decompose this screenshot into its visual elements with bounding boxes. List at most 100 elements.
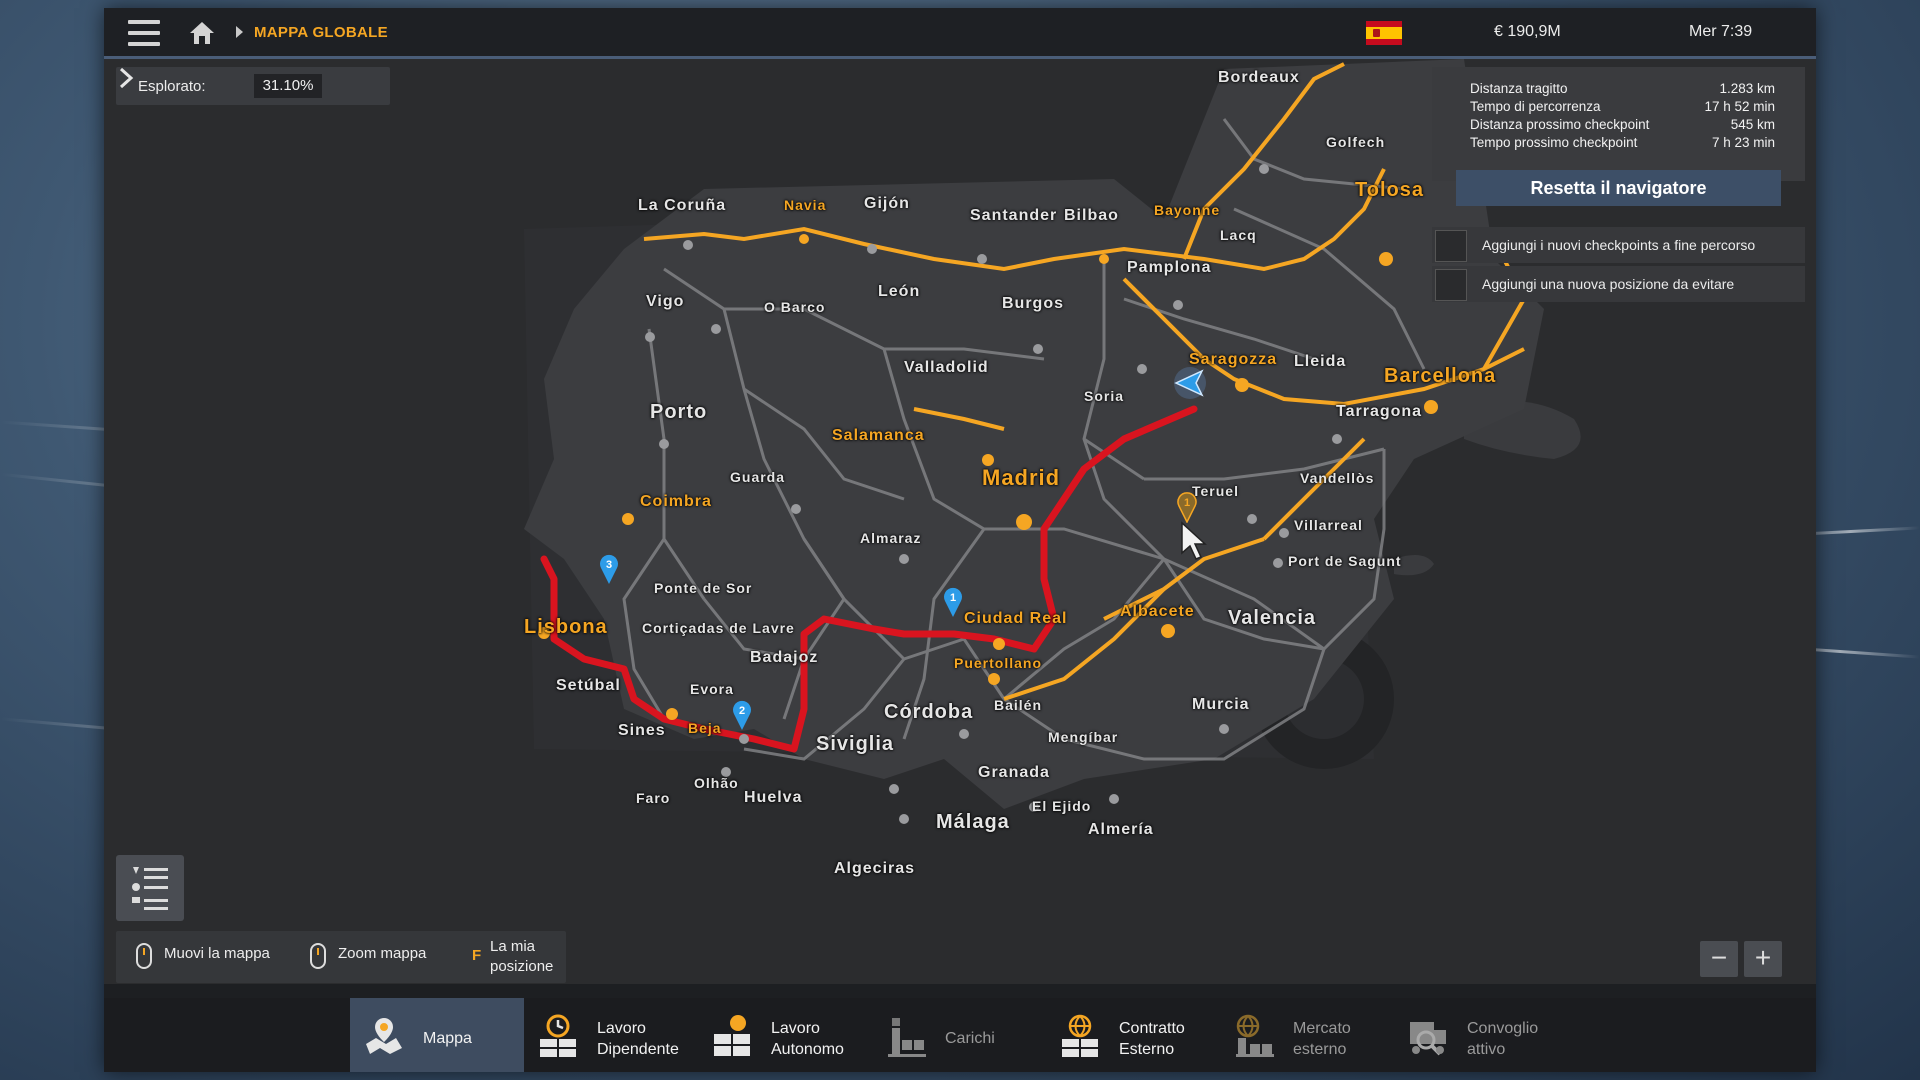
convoy-icon [1410, 1022, 1446, 1056]
option-label: Aggiungi i nuovi checkpoints a fine perc… [1482, 237, 1756, 253]
hamburger-menu-icon[interactable] [128, 20, 160, 46]
route-info-value: 17 h 52 min [1704, 99, 1775, 114]
city-label: Olhão [694, 775, 739, 791]
route-panel: Distanza tragitto 1.283 km Tempo di perc… [1432, 67, 1805, 302]
city-label: Córdoba [884, 701, 974, 723]
chevron-right-icon[interactable] [116, 67, 136, 89]
option-label: Aggiungi una nuova posizione da evitare [1482, 276, 1735, 292]
city-label: Albacete [1120, 603, 1195, 620]
tab-label: Mappa [423, 1030, 472, 1047]
checkbox[interactable] [1435, 230, 1467, 262]
city-label: Málaga [936, 811, 1010, 833]
hint-my-position-line1: La mia [490, 938, 536, 955]
city-label: Tarragona [1336, 403, 1423, 420]
tab-label: Contratto Esterno [1119, 1020, 1185, 1058]
city-label: Valencia [1228, 607, 1317, 629]
legend-list-icon [132, 867, 168, 910]
city-label: Granada [978, 764, 1050, 781]
tab-label: Convoglio attivo [1467, 1020, 1539, 1058]
city-label: Huelva [744, 789, 803, 806]
tab-lavoro-autonomo[interactable]: Lavoro Autonomo [698, 998, 872, 1072]
route-info-label: Tempo di percorrenza [1470, 99, 1601, 114]
explored-label: Esplorato: [138, 78, 206, 95]
city-label: Bilbao [1064, 207, 1119, 224]
checkpoint-number: 3 [606, 559, 612, 571]
city-label: El Ejido [1032, 798, 1092, 814]
key-f-hint: F [472, 947, 482, 964]
city-label: Gijón [864, 195, 910, 212]
option-add-checkpoints-end[interactable]: Aggiungi i nuovi checkpoints a fine perc… [1432, 227, 1805, 263]
tab-label: Carichi [945, 1030, 995, 1047]
checkpoint-pin-1-icon[interactable]: 1 [942, 586, 964, 618]
city-label: Vandellòs [1300, 470, 1375, 486]
city-label: Soria [1084, 388, 1125, 404]
zoom-out-button[interactable]: − [1700, 941, 1738, 977]
tab-carichi[interactable]: Carichi [872, 998, 1046, 1072]
checkbox[interactable] [1435, 269, 1467, 301]
tab-contratto-esterno[interactable]: Contratto Esterno [1046, 998, 1220, 1072]
money-balance: € 190,9M [1494, 23, 1561, 40]
tab-lavoro-dipendente[interactable]: Lavoro Dipendente [524, 998, 698, 1072]
city-label: Sines [618, 722, 666, 739]
city-label: Teruel [1192, 483, 1239, 499]
city-label: Villarreal [1294, 517, 1363, 533]
city-label: Murcia [1192, 696, 1250, 713]
explored-widget: Esplorato: 31.10% [116, 67, 390, 105]
city-label: Almaraz [860, 530, 922, 546]
hint-zoom-map: Zoom mappa [338, 945, 427, 962]
tab-label: Mercato esterno [1293, 1020, 1351, 1058]
checkpoint-pin-2-icon[interactable]: 2 [731, 699, 753, 731]
city-label: Evora [690, 681, 734, 697]
tab-mercato-esterno[interactable]: Mercato esterno [1220, 998, 1394, 1072]
avoid-marker-icon[interactable]: 1 [1176, 491, 1198, 523]
city-label: Setúbal [556, 677, 621, 694]
app-window: MAPPA GLOBALE € 190,9M Mer 7:39 Bordeaux… [104, 8, 1816, 1072]
route-info-value: 7 h 23 min [1711, 135, 1775, 150]
city-label: Navia [784, 197, 827, 213]
city-label: Valladolid [904, 359, 989, 376]
map-legend-button[interactable] [116, 855, 184, 921]
city-label: La Coruña [638, 197, 727, 214]
city-label: Algeciras [834, 860, 916, 877]
city-label: León [878, 283, 921, 300]
mouse-scroll-icon [310, 943, 326, 969]
breadcrumb-arrow-icon [236, 26, 243, 38]
route-info-label: Distanza tragitto [1470, 81, 1568, 96]
reset-navigator-button[interactable]: Resetta il navigatore [1456, 170, 1781, 206]
top-bar: MAPPA GLOBALE € 190,9M Mer 7:39 [104, 8, 1816, 59]
city-label: Ponte de Sor [654, 580, 753, 596]
city-label: Almería [1088, 821, 1154, 838]
route-info-label: Tempo prossimo checkpoint [1470, 135, 1638, 150]
hint-my-position-line2: posizione [490, 958, 554, 975]
city-label: Bordeaux [1218, 69, 1300, 86]
tab-label: Lavoro Autonomo [771, 1020, 844, 1058]
zoom-in-button[interactable]: + [1744, 941, 1782, 977]
city-label: Ciudad Real [964, 610, 1068, 627]
route-info-row: Distanza tragitto 1.283 km [1470, 81, 1775, 96]
city-label: Barcellona [1384, 365, 1497, 387]
option-add-avoid-position[interactable]: Aggiungi una nuova posizione da evitare [1432, 266, 1805, 302]
clock-cargo-icon [540, 1014, 576, 1057]
city-label: Puertollano [954, 655, 1043, 671]
city-label: Badajoz [750, 649, 819, 666]
checkpoint-pin-3-icon[interactable]: 3 [598, 553, 620, 585]
city-label: Burgos [1002, 295, 1064, 312]
avoid-marker-number: 1 [1184, 497, 1190, 509]
world-map[interactable]: Bordeaux Golfech Tolosa Bayonne Lacq La … [104, 59, 1816, 984]
city-label: Port de Sagunt [1288, 553, 1402, 569]
city-label: Faro [636, 790, 671, 806]
tab-convoglio-attivo[interactable]: Convoglio attivo [1394, 998, 1568, 1072]
globe-cargo-icon [1062, 1014, 1098, 1057]
city-label: O Barco [764, 299, 826, 315]
home-icon[interactable] [188, 20, 216, 46]
city-label: Pamplona [1127, 259, 1212, 276]
city-label: Bailén [994, 697, 1043, 713]
route-info-value: 545 km [1730, 117, 1775, 132]
city-label: Lacq [1220, 227, 1257, 243]
spain-flag-icon [1366, 21, 1402, 45]
player-position-icon [1174, 367, 1206, 399]
coin-cargo-icon [714, 1015, 750, 1056]
tab-mappa[interactable]: Mappa [350, 998, 524, 1072]
city-label: Tolosa [1355, 179, 1424, 201]
route-info-row: Tempo prossimo checkpoint 7 h 23 min [1470, 135, 1775, 150]
